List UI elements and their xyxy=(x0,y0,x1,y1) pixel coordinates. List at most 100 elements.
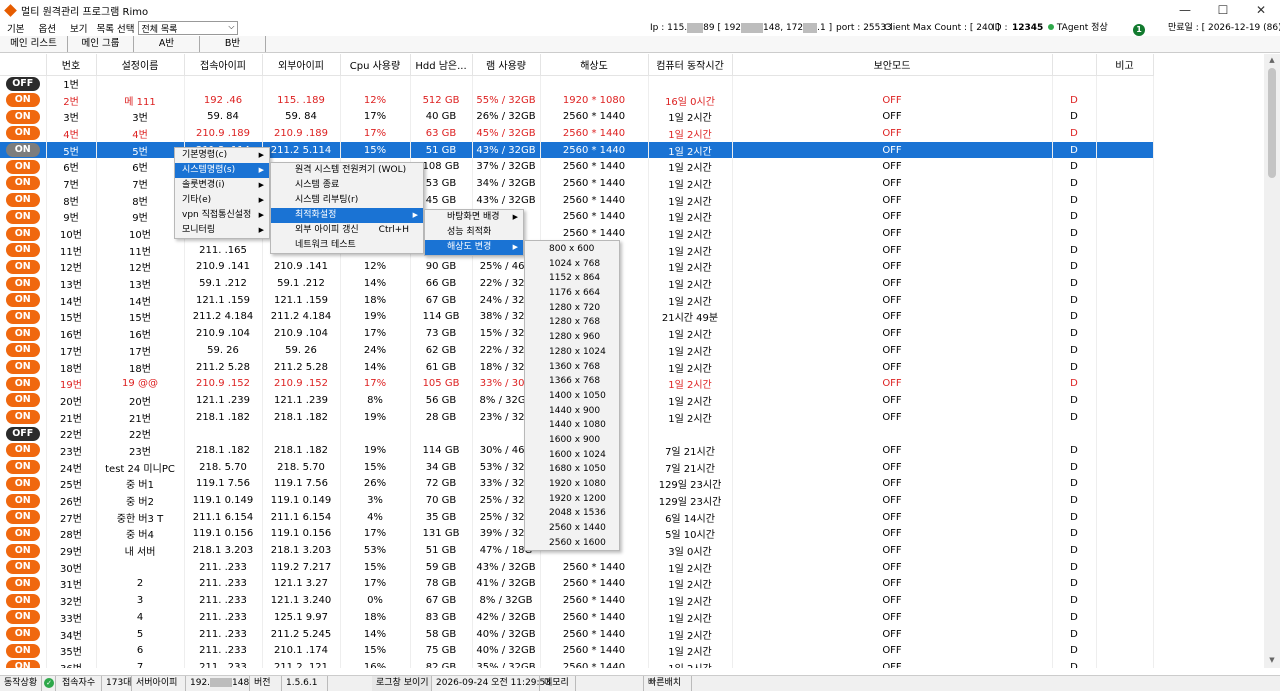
menu-view[interactable]: 보기 xyxy=(63,21,94,35)
resolution-menu-item[interactable]: 1280 x 960 xyxy=(525,330,619,345)
system-menu-item[interactable]: 외부 아이피 갱신 Ctrl+H xyxy=(271,223,423,238)
power-status-badge[interactable]: ON xyxy=(5,143,40,158)
power-status-badge[interactable]: ON xyxy=(5,293,40,308)
power-status-badge[interactable]: ON xyxy=(5,510,40,525)
scroll-thumb[interactable] xyxy=(1268,68,1276,178)
tab-main-group[interactable]: 메인 그룹 xyxy=(68,36,134,52)
system-menu-item[interactable]: 시스템 리부팅(r) xyxy=(271,193,423,208)
col-extra[interactable] xyxy=(1052,54,1097,76)
context-menu-item[interactable]: 시스템명령(s) ▶ xyxy=(175,163,269,178)
resolution-menu-item[interactable]: 1280 x 1024 xyxy=(525,345,619,360)
power-status-badge[interactable]: ON xyxy=(5,159,40,174)
resolution-menu-item[interactable]: 1024 x 768 xyxy=(525,257,619,272)
power-status-badge[interactable]: ON xyxy=(5,526,40,541)
resolution-menu-item[interactable]: 1152 x 864 xyxy=(525,271,619,286)
power-status-badge[interactable]: ON xyxy=(5,660,40,668)
list-select-dropdown[interactable]: 전체 목록 ⌵ xyxy=(138,21,239,35)
power-status-badge[interactable]: ON xyxy=(5,209,40,224)
power-status-badge[interactable]: ON xyxy=(5,109,40,124)
power-status-badge[interactable]: ON xyxy=(5,93,40,108)
col-security[interactable]: 보안모드 xyxy=(732,54,1053,76)
resolution-menu-item[interactable]: 1600 x 900 xyxy=(525,433,619,448)
table-row[interactable]: OFF 1번 xyxy=(0,75,1154,92)
context-menu-item[interactable]: vpn 직접통신설정 ▶ xyxy=(175,208,269,223)
resolution-menu-item[interactable]: 1440 x 900 xyxy=(525,404,619,419)
resolution-menu-item[interactable]: 1366 x 768 xyxy=(525,374,619,389)
table-row[interactable]: ON 30번 211. .233 119.2 7.217 15% 59 GB 43% / 3… xyxy=(0,558,1154,576)
col-cpu[interactable]: Cpu 사용량 xyxy=(340,54,411,76)
table-row[interactable]: ON 36번7211. .233211.2 .12116%82 GB35% / 3… xyxy=(0,659,1154,668)
resolution-menu-item[interactable]: 1360 x 768 xyxy=(525,360,619,375)
col-note[interactable]: 비고 xyxy=(1096,54,1154,76)
table-row[interactable]: ON 8번 8번 45 GB 43% / 32GB 2560 * 1440 1일 2시간 OF… xyxy=(0,191,1154,209)
resolution-menu-item[interactable]: 1176 x 664 xyxy=(525,286,619,301)
tab-main-list[interactable]: 메인 리스트 xyxy=(0,36,68,52)
table-row[interactable]: ON6번6번15%108 GB37% / 32GB2560 * 14401일 2… xyxy=(0,158,1154,176)
resolution-menu-item[interactable]: 2560 x 1600 xyxy=(525,536,619,551)
power-status-badge[interactable]: OFF xyxy=(5,426,40,441)
system-menu-item[interactable]: 최적화설정 ▶ xyxy=(271,208,423,223)
table-row[interactable]: ON 3번 3번 59. 84 59. 84 17% 40 GB 26% / 32GB 2560… xyxy=(0,108,1154,126)
power-status-badge[interactable]: ON xyxy=(5,176,40,191)
power-status-badge[interactable]: ON xyxy=(5,543,40,558)
col-name[interactable]: 설정이름 xyxy=(96,54,185,76)
optimize-menu-item[interactable]: 해상도 변경 ▶ xyxy=(425,240,523,255)
resolution-menu-item[interactable]: 1280 x 720 xyxy=(525,301,619,316)
col-number[interactable]: 번호 xyxy=(46,54,97,76)
tab-class-a[interactable]: A반 xyxy=(134,36,200,52)
table-row[interactable]: ON 31번 2 211. .233 121.1 3.27 17% 78 GB 41% / 3… xyxy=(0,575,1154,593)
optimize-menu-item[interactable]: 바탕화면 배경 ▶ xyxy=(425,210,523,225)
context-menu-item[interactable]: 기본명령(c) ▶ xyxy=(175,148,269,163)
resolution-menu-item[interactable]: 2560 x 1440 xyxy=(525,521,619,536)
power-status-badge[interactable]: ON xyxy=(5,343,40,358)
power-status-badge[interactable]: ON xyxy=(5,593,40,608)
power-status-badge[interactable]: ON xyxy=(5,193,40,208)
power-status-badge[interactable]: ON xyxy=(5,410,40,425)
power-status-badge[interactable]: ON xyxy=(5,326,40,341)
resolution-menu-item[interactable]: 1400 x 1050 xyxy=(525,389,619,404)
power-status-badge[interactable]: ON xyxy=(5,309,40,324)
table-row[interactable]: ON5번5번211.2 .114211.2 5.11415%51 GB43% /… xyxy=(0,141,1154,159)
col-external-ip[interactable]: 외부아이피 xyxy=(262,54,341,76)
col-local-ip[interactable]: 접속아이피 xyxy=(184,54,263,76)
scroll-down-icon[interactable]: ▼ xyxy=(1264,656,1280,664)
vertical-scrollbar[interactable]: ▲ ▼ xyxy=(1264,54,1280,668)
power-status-badge[interactable]: ON xyxy=(5,460,40,475)
table-row[interactable]: ON 34번 5 211. .233 211.2 5.245 14% 58 GB 40% / … xyxy=(0,625,1154,643)
col-status[interactable] xyxy=(0,54,47,76)
power-status-badge[interactable]: ON xyxy=(5,560,40,575)
resolution-menu-item[interactable]: 1920 x 1200 xyxy=(525,492,619,507)
resolution-menu-item[interactable]: 800 x 600 xyxy=(525,242,619,257)
power-status-badge[interactable]: ON xyxy=(5,476,40,491)
power-status-badge[interactable]: ON xyxy=(5,126,40,141)
power-status-badge[interactable]: ON xyxy=(5,643,40,658)
resolution-menu-item[interactable]: 1680 x 1050 xyxy=(525,462,619,477)
col-resolution[interactable]: 해상도 xyxy=(540,54,649,76)
system-menu-item[interactable]: 원격 시스템 전원켜기 (WOL) xyxy=(271,163,423,178)
power-status-badge[interactable]: ON xyxy=(5,493,40,508)
tab-class-b[interactable]: B반 xyxy=(200,36,266,52)
resolution-menu-item[interactable]: 1280 x 768 xyxy=(525,315,619,330)
maximize-button[interactable]: ☐ xyxy=(1204,0,1242,20)
power-status-badge[interactable]: ON xyxy=(5,376,40,391)
context-menu-item[interactable]: 솔룻변경(i) ▶ xyxy=(175,178,269,193)
quick-batch[interactable]: 빠른배치 xyxy=(644,676,692,691)
system-menu-item[interactable]: 네트워크 테스트 xyxy=(271,238,423,253)
table-row[interactable]: ON 9번 9번 2560 * 1440 1일 2시간 OFF D xyxy=(0,208,1154,226)
col-uptime[interactable]: 컴퓨터 동작시간 xyxy=(648,54,733,76)
power-status-badge[interactable]: ON xyxy=(5,243,40,258)
optimize-menu-item[interactable]: 성능 최적화 xyxy=(425,225,523,240)
power-status-badge[interactable]: ON xyxy=(5,443,40,458)
table-row[interactable]: ON 2번 메 111 192 .46 115. .189 12% 512 GB 55% / … xyxy=(0,91,1154,109)
context-menu-item[interactable]: 기타(e) ▶ xyxy=(175,193,269,208)
resolution-menu-item[interactable]: 1440 x 1080 xyxy=(525,418,619,433)
resolution-menu-item[interactable]: 1920 x 1080 xyxy=(525,477,619,492)
context-menu-item[interactable]: 모니터링 ▶ xyxy=(175,223,269,238)
resolution-menu-item[interactable]: 2048 x 1536 xyxy=(525,506,619,521)
power-status-badge[interactable]: ON xyxy=(5,226,40,241)
table-row[interactable]: ON 32번 3 211. .233 121.1 3.240 0% 67 GB 8% / 32… xyxy=(0,592,1154,609)
table-row[interactable]: ON 35번 6 211. .233 210.1 .174 15% 75 GB 40% / 3… xyxy=(0,642,1154,660)
table-row[interactable]: ON 33번 4 211. .233 125.1 9.97 18% 83 GB 42% / 3… xyxy=(0,609,1154,626)
power-status-badge[interactable]: ON xyxy=(5,259,40,274)
close-button[interactable]: ✕ xyxy=(1242,0,1280,20)
